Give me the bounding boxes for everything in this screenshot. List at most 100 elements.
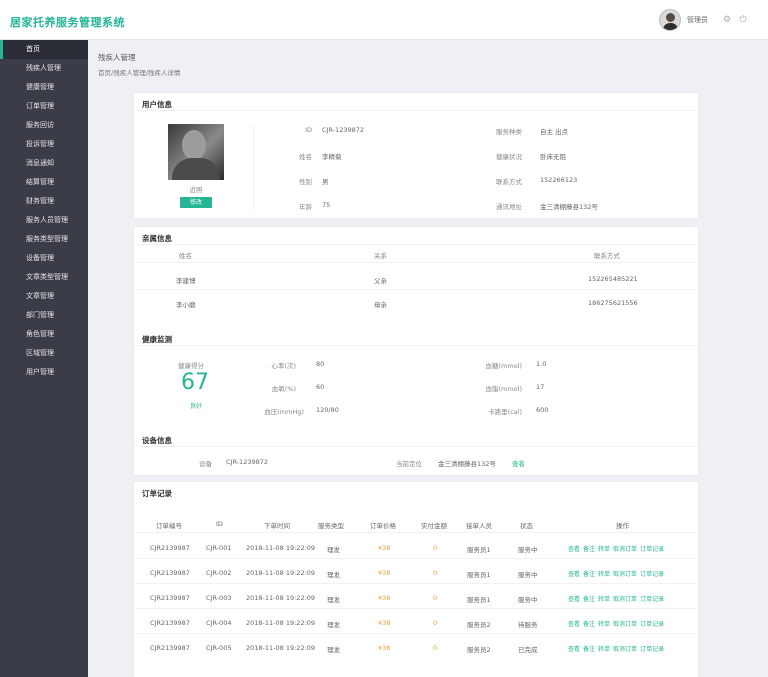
sidebar-item-departments[interactable]: 部门管理 (0, 306, 88, 325)
cancel-order-link[interactable]: 取消订单 (613, 571, 637, 578)
cancel-order-link[interactable]: 取消订单 (613, 621, 637, 628)
order-row-4-service: 理发 (327, 621, 340, 629)
order-header-paid: 实付金额 (421, 522, 447, 530)
order-row-1-id: CJR-001 (206, 544, 232, 552)
sidebar-item-health[interactable]: 健康管理 (0, 78, 88, 97)
order-row-5-id: CJR-005 (206, 644, 232, 652)
order-history-link[interactable]: 订单记录 (640, 596, 664, 603)
order-header-time: 下单时间 (264, 522, 290, 530)
sidebar-item-complaints[interactable]: 投诉管理 (0, 135, 88, 154)
family-row-1-contact: 15226548522​1 (588, 275, 638, 283)
family-row-1-relation: 父亲 (374, 277, 387, 285)
order-records-card: 订单记录 订单编号 ID 下单时间 服务类型 订单价格 实付金额 接单人员 状态… (134, 482, 698, 677)
health-score: 67 (181, 370, 209, 395)
order-row-4-actions: 查看 备注 转单 取消订单 订单记录 (568, 619, 667, 628)
transfer-order-link[interactable]: 转单 (598, 646, 610, 653)
sidebar-item-article-types[interactable]: 文章类型管理 (0, 268, 88, 287)
blood-lipid-label: 血脂(mmol) (485, 385, 522, 393)
family-row-2-contact: 18627562​1556 (588, 299, 638, 307)
health-monitor-title: 健康监测 (142, 335, 172, 344)
family-header-contact: 联系方式 (594, 252, 620, 260)
device-info-title: 设备信息 (142, 436, 172, 445)
sidebar-item-staff[interactable]: 服务人员管理 (0, 211, 88, 230)
cancel-order-link[interactable]: 取消订单 (613, 646, 637, 653)
user-info-card: 用户信息 近照 修改 ID CJR-1239872 姓名 李精菊 性别 男 年龄… (134, 93, 698, 218)
location-label: 当前定位 (396, 460, 422, 468)
note-order-link[interactable]: 备注 (583, 546, 595, 553)
cancel-order-link[interactable]: 取消订单 (613, 546, 637, 553)
order-row-2-actions: 查看 备注 转单 取消订单 订单记录 (568, 569, 667, 578)
calories-label: 卡路里(cal) (488, 408, 522, 416)
transfer-order-link[interactable]: 转单 (598, 621, 610, 628)
view-order-link[interactable]: 查看 (568, 596, 580, 603)
order-row-5-time: 2018-11-08 19:22:09 (246, 644, 316, 652)
calories-value: 600 (536, 406, 549, 414)
sidebar-item-orders[interactable]: 订单管理 (0, 97, 88, 116)
order-history-link[interactable]: 订单记录 (640, 621, 664, 628)
edit-button[interactable]: 修改 (180, 197, 212, 208)
photo-caption: 近照 (189, 186, 203, 194)
sidebar-item-articles[interactable]: 文章管理 (0, 287, 88, 306)
sidebar-item-regions[interactable]: 区域管理 (0, 344, 88, 363)
settings-icon[interactable]: ⚙ (722, 15, 732, 25)
note-order-link[interactable]: 备注 (583, 621, 595, 628)
field-label-id: ID (305, 126, 312, 134)
device-info-card: 设备信息 设备 CJR-1239872 当前定位 金三清棚藤县132号 查看 (134, 429, 698, 475)
transfer-order-link[interactable]: 转单 (598, 596, 610, 603)
row-divider (134, 608, 698, 609)
sidebar-item-settlement[interactable]: 结算管理 (0, 173, 88, 192)
order-row-1-price: ¥38 (378, 544, 391, 552)
blood-oxygen-value: 60 (316, 383, 325, 391)
view-location-link[interactable]: 查看 (512, 458, 525, 468)
cancel-order-link[interactable]: 取消订单 (613, 596, 637, 603)
order-row-5-paid: 0 (433, 644, 438, 652)
order-history-link[interactable]: 订单记录 (640, 546, 664, 553)
user-name[interactable]: 管理员 (687, 15, 708, 25)
order-history-link[interactable]: 订单记录 (640, 571, 664, 578)
field-value-age: 75 (322, 201, 331, 209)
view-order-link[interactable]: 查看 (568, 646, 580, 653)
view-order-link[interactable]: 查看 (568, 546, 580, 553)
order-history-link[interactable]: 订单记录 (640, 646, 664, 653)
power-icon[interactable]: ⏻ (738, 15, 748, 25)
order-row-5-staff: 服务员2 (467, 646, 491, 654)
order-row-3-status: 服务中 (518, 596, 538, 604)
sidebar-item-disabled-persons[interactable]: 残疾人管理 (0, 59, 88, 78)
view-order-link[interactable]: 查看 (568, 621, 580, 628)
view-order-link[interactable]: 查看 (568, 571, 580, 578)
order-header-number: 订单编号 (156, 522, 182, 530)
sidebar-item-home[interactable]: 首页 (0, 40, 88, 59)
field-value-contact: 152266123 (540, 176, 578, 184)
field-value-address: 金三清棚藤县132号 (540, 203, 598, 211)
avatar[interactable] (659, 9, 681, 31)
row-divider (134, 583, 698, 584)
sidebar-item-users[interactable]: 用户管理 (0, 363, 88, 382)
row-divider (134, 633, 698, 634)
sidebar-item-service-types[interactable]: 服务类型管理 (0, 230, 88, 249)
main-content: 残疾人管理 首页/残疾人管理/残疾人详情 用户信息 近照 修改 ID CJR-1… (88, 40, 768, 677)
divider (134, 446, 698, 447)
sidebar-item-finance[interactable]: 财务管理 (0, 192, 88, 211)
sidebar-item-followup[interactable]: 服务回访 (0, 116, 88, 135)
note-order-link[interactable]: 备注 (583, 571, 595, 578)
order-header-price: 订单价格 (370, 522, 396, 530)
note-order-link[interactable]: 备注 (583, 646, 595, 653)
blood-oxygen-label: 血氧(%) (271, 385, 296, 393)
transfer-order-link[interactable]: 转单 (598, 546, 610, 553)
order-header-actions: 操作 (616, 522, 629, 530)
order-row-3-price: ¥38 (378, 594, 391, 602)
order-records-title: 订单记录 (142, 489, 172, 498)
user-box[interactable]: 管理员 ⚙ ⏻ (659, 9, 748, 31)
note-order-link[interactable]: 备注 (583, 596, 595, 603)
sidebar-item-devices[interactable]: 设备管理 (0, 249, 88, 268)
row-divider (134, 262, 698, 263)
field-label-health-status: 健康状况 (496, 153, 522, 161)
blood-sugar-label: 血糖(mmol) (485, 362, 522, 370)
sidebar-item-roles[interactable]: 角色管理 (0, 325, 88, 344)
order-row-2-number: CJR2139987 (150, 569, 190, 577)
breadcrumb[interactable]: 首页/残疾人管理/残疾人详情 (98, 67, 180, 77)
order-row-5-actions: 查看 备注 转单 取消订单 订单记录 (568, 644, 667, 653)
sidebar-item-messages[interactable]: 消息通知 (0, 154, 88, 173)
row-divider (134, 558, 698, 559)
transfer-order-link[interactable]: 转单 (598, 571, 610, 578)
